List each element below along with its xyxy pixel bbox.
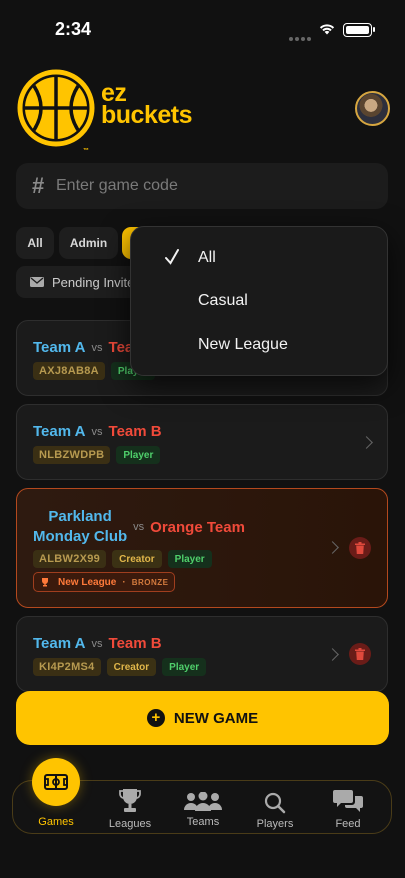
profile-avatar[interactable] [355, 91, 390, 126]
hash-icon: # [32, 173, 45, 198]
tab-games[interactable] [32, 758, 80, 806]
game-card[interactable]: Team A vs Team B NLBZWDPB Player [16, 404, 388, 480]
battery-icon [343, 23, 375, 37]
checkmark-icon [165, 249, 179, 265]
people-group-icon [184, 792, 222, 811]
game-code-badge: NLBZWDPB [33, 446, 111, 464]
signal-dots-icon [289, 28, 313, 46]
chat-bubbles-icon [333, 790, 363, 812]
trophy-icon [119, 789, 141, 812]
brand-line2: buckets [101, 101, 192, 129]
tab-feed[interactable]: Feed [328, 786, 368, 830]
status-bar: 2:34 [0, 0, 405, 54]
brand-wordmark: ez buckets ™ [83, 81, 192, 155]
team-b-name: Team B [108, 423, 162, 440]
role-badge-player: Player [167, 550, 212, 568]
league-tier: BRONZE [131, 577, 169, 587]
filter-chip-admin[interactable]: Admin [59, 227, 118, 259]
tab-feed-label: Feed [335, 818, 361, 830]
tab-games-label: Games [38, 816, 74, 828]
badge-separator: · [122, 576, 126, 588]
team-b-name: Team B [108, 635, 162, 652]
chevron-right-icon [326, 648, 339, 661]
wifi-icon [319, 24, 335, 35]
role-badge-player: Player [162, 658, 207, 676]
trademark-symbol: ™ [83, 148, 89, 154]
tab-leagues-label: Leagues [108, 818, 152, 830]
team-a-name-line1: Parkland [48, 508, 112, 525]
game-code-badge: ALBW2X99 [33, 550, 107, 568]
dropdown-option-casual[interactable]: Casual [198, 292, 248, 310]
game-code-search[interactable]: # [16, 163, 388, 209]
team-a-name: Parkland Monday Club [33, 507, 127, 547]
game-code-badge: KI4P2MS4 [33, 658, 101, 676]
team-a-name: Team A [33, 423, 86, 440]
team-a-name-line2: Monday Club [33, 528, 128, 545]
game-code-input[interactable] [56, 171, 376, 201]
tab-players-label: Players [256, 818, 294, 830]
role-badge-creator: Creator [112, 550, 162, 568]
trash-icon [355, 542, 365, 554]
search-icon [264, 792, 286, 814]
game-card[interactable]: Team A vs Team B KI4P2MS4 Creator Player [16, 616, 388, 692]
new-game-label: NEW GAME [173, 709, 259, 727]
tab-leagues[interactable]: Leagues [104, 786, 156, 830]
delete-game-button[interactable] [349, 537, 371, 559]
league-name: New League [58, 576, 117, 588]
tab-players[interactable]: Players [252, 786, 298, 830]
dropdown-option-all[interactable]: All [198, 249, 216, 267]
status-time: 2:34 [55, 19, 92, 39]
chevron-right-icon [326, 541, 339, 554]
tab-teams[interactable]: Teams [180, 784, 226, 828]
chevron-right-icon [360, 436, 373, 449]
pending-invites-label: Pending Invites [52, 274, 141, 290]
role-badge-player: Player [116, 446, 161, 464]
vs-label: vs [91, 341, 103, 354]
team-b-name: Orange Team [150, 518, 245, 536]
vs-label: vs [133, 521, 145, 533]
tab-teams-label: Teams [186, 816, 220, 828]
game-card-league[interactable]: Parkland Monday Club vs Orange Team ALBW… [16, 488, 388, 608]
role-badge-creator: Creator [106, 658, 157, 676]
court-icon [44, 774, 68, 790]
filter-chip-all[interactable]: All [16, 227, 54, 259]
league-badge: New League · BRONZE [33, 572, 176, 592]
basketball-logo-icon [17, 69, 95, 147]
envelope-icon [30, 277, 44, 287]
trophy-icon [42, 578, 48, 587]
team-a-name: Team A [33, 339, 86, 356]
delete-game-button[interactable] [349, 643, 371, 665]
vs-label: vs [91, 637, 103, 650]
trash-icon [355, 648, 365, 660]
league-filter-dropdown: All Casual New League [130, 226, 388, 376]
vs-label: vs [91, 425, 103, 438]
new-game-button[interactable]: + NEW GAME [16, 691, 389, 745]
dropdown-option-new-league[interactable]: New League [198, 336, 288, 354]
team-a-name: Team A [33, 635, 86, 652]
game-code-badge: AXJ8AB8A [33, 362, 105, 380]
plus-circle-icon: + [146, 709, 165, 727]
